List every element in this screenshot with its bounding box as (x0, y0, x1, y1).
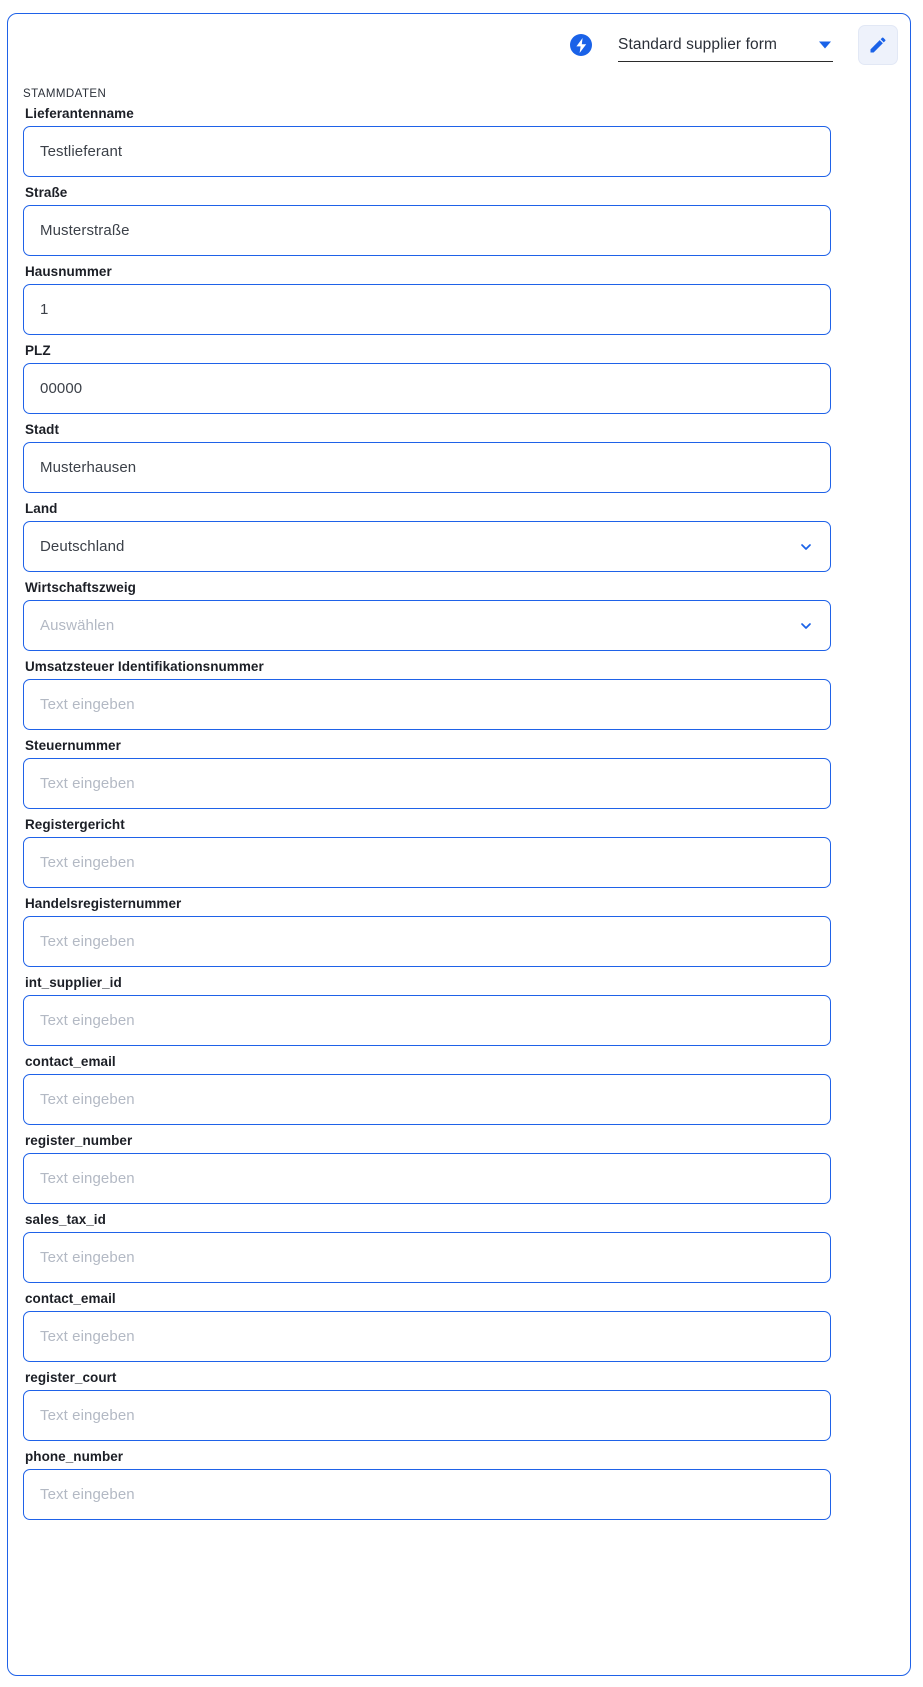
supplier-form-card: Standard supplier form STAMMDATEN Liefer… (7, 13, 911, 1676)
input-field[interactable]: Text eingeben (23, 916, 831, 967)
input-field[interactable]: Text eingeben (23, 1311, 831, 1362)
field-value: Text eingeben (40, 1012, 135, 1029)
field-value: Text eingeben (40, 1407, 135, 1424)
form-field: Lieferantenname Testlieferant (23, 106, 831, 177)
pencil-edit-icon (870, 37, 886, 53)
select-field[interactable]: Auswählen (23, 600, 831, 651)
field-label: sales_tax_id (25, 1212, 106, 1227)
field-value: 00000 (40, 380, 83, 397)
field-value: Text eingeben (40, 1328, 135, 1345)
field-value: Text eingeben (40, 933, 135, 950)
input-field[interactable]: Musterhausen (23, 442, 831, 493)
field-value: Auswählen (40, 617, 115, 634)
field-value: Text eingeben (40, 1091, 135, 1108)
input-field[interactable]: Text eingeben (23, 1074, 831, 1125)
field-label: int_supplier_id (25, 975, 122, 990)
input-field[interactable]: 00000 (23, 363, 831, 414)
field-value: Musterstraße (40, 222, 130, 239)
input-field[interactable]: Text eingeben (23, 1153, 831, 1204)
input-field[interactable]: Text eingeben (23, 1390, 831, 1441)
form-field: register_court Text eingeben (23, 1370, 831, 1441)
field-value: Text eingeben (40, 1249, 135, 1266)
field-label: Wirtschaftszweig (25, 580, 136, 595)
input-field[interactable]: Testlieferant (23, 126, 831, 177)
form-field: contact_email Text eingeben (23, 1054, 831, 1125)
chevron-down-icon (798, 618, 814, 634)
field-label: PLZ (25, 343, 51, 358)
field-label: phone_number (25, 1449, 124, 1464)
select-field[interactable]: Deutschland (23, 521, 831, 572)
field-label: register_court (25, 1370, 117, 1385)
form-field: Steuernummer Text eingeben (23, 738, 831, 809)
form-field: Handelsregisternummer Text eingeben (23, 896, 831, 967)
form-field: PLZ 00000 (23, 343, 831, 414)
field-label: Straße (25, 185, 68, 200)
form-fields-list: Lieferantenname Testlieferant Straße Muster… (23, 106, 831, 1528)
form-field: Registergericht Text eingeben (23, 817, 831, 888)
form-template-select[interactable]: Standard supplier form (618, 28, 833, 62)
form-field: Hausnummer 1 (23, 264, 831, 335)
field-label: contact_email (25, 1054, 116, 1069)
field-label: Handelsregisternummer (25, 896, 182, 911)
section-title: STAMMDATEN (23, 88, 107, 100)
input-field[interactable]: Text eingeben (23, 1232, 831, 1283)
field-value: Testlieferant (40, 143, 123, 160)
form-template-select-value: Standard supplier form (618, 35, 778, 53)
field-value: 1 (40, 301, 49, 318)
field-label: contact_email (25, 1291, 116, 1306)
form-field: register_number Text eingeben (23, 1133, 831, 1204)
form-field: Wirtschaftszweig Auswählen (23, 580, 831, 651)
input-field[interactable]: Text eingeben (23, 679, 831, 730)
lightning-bolt-icon (570, 34, 592, 56)
form-field: Straße Musterstraße (23, 185, 831, 256)
input-field[interactable]: 1 (23, 284, 831, 335)
field-value: Text eingeben (40, 775, 135, 792)
field-label: Lieferantenname (25, 106, 134, 121)
field-value: Deutschland (40, 538, 125, 555)
caret-down-icon (819, 41, 831, 48)
form-field: contact_email Text eingeben (23, 1291, 831, 1362)
input-field[interactable]: Text eingeben (23, 758, 831, 809)
field-value: Text eingeben (40, 1170, 135, 1187)
field-label: Umsatzsteuer Identifikationsnummer (25, 659, 264, 674)
field-value: Text eingeben (40, 1486, 135, 1503)
form-field: Stadt Musterhausen (23, 422, 831, 493)
input-field[interactable]: Text eingeben (23, 837, 831, 888)
field-value: Text eingeben (40, 854, 135, 871)
form-field: int_supplier_id Text eingeben (23, 975, 831, 1046)
input-field[interactable]: Text eingeben (23, 1469, 831, 1520)
field-value: Text eingeben (40, 696, 135, 713)
input-field[interactable]: Text eingeben (23, 995, 831, 1046)
field-label: Hausnummer (25, 264, 112, 279)
field-value: Musterhausen (40, 459, 137, 476)
field-label: Registergericht (25, 817, 125, 832)
form-field: Land Deutschland (23, 501, 831, 572)
chevron-down-icon (798, 539, 814, 555)
form-field: Umsatzsteuer Identifikationsnummer Text e… (23, 659, 831, 730)
form-toolbar: Standard supplier form (8, 14, 910, 76)
form-field: phone_number Text eingeben (23, 1449, 831, 1520)
field-label: Steuernummer (25, 738, 121, 753)
form-field: sales_tax_id Text eingeben (23, 1212, 831, 1283)
field-label: register_number (25, 1133, 133, 1148)
field-label: Land (25, 501, 58, 516)
input-field[interactable]: Musterstraße (23, 205, 831, 256)
field-label: Stadt (25, 422, 59, 437)
edit-form-button[interactable] (858, 25, 898, 65)
